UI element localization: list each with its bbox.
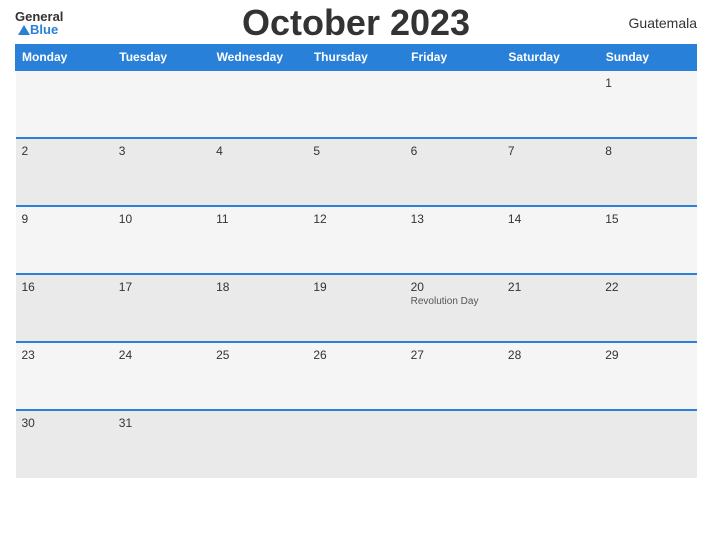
calendar-day-cell bbox=[307, 410, 404, 478]
logo-blue: Blue bbox=[30, 23, 58, 36]
calendar-day-cell: 14 bbox=[502, 206, 599, 274]
calendar-day-cell: 7 bbox=[502, 138, 599, 206]
calendar-day-cell bbox=[113, 70, 210, 138]
day-number: 1 bbox=[605, 76, 690, 90]
calendar-day-cell bbox=[16, 70, 113, 138]
day-number: 18 bbox=[216, 280, 301, 294]
calendar-day-cell: 1 bbox=[599, 70, 696, 138]
month-title: October 2023 bbox=[242, 2, 470, 44]
day-number: 7 bbox=[508, 144, 593, 158]
calendar-day-cell: 24 bbox=[113, 342, 210, 410]
day-number: 30 bbox=[22, 416, 107, 430]
calendar-day-header: Friday bbox=[405, 45, 502, 71]
calendar-day-cell: 27 bbox=[405, 342, 502, 410]
calendar-day-cell bbox=[307, 70, 404, 138]
day-number: 27 bbox=[411, 348, 496, 362]
country-label: Guatemala bbox=[629, 15, 697, 31]
calendar-day-cell bbox=[210, 410, 307, 478]
calendar-table: MondayTuesdayWednesdayThursdayFridaySatu… bbox=[15, 44, 697, 478]
calendar-week-row: 9 10 11 12 13 14 15 bbox=[16, 206, 697, 274]
day-number: 4 bbox=[216, 144, 301, 158]
calendar-day-cell: 25 bbox=[210, 342, 307, 410]
calendar-page: General Blue October 2023 Guatemala Mond… bbox=[0, 0, 712, 550]
day-number: 6 bbox=[411, 144, 496, 158]
calendar-day-cell: 9 bbox=[16, 206, 113, 274]
calendar-day-cell: 15 bbox=[599, 206, 696, 274]
calendar-day-cell bbox=[405, 70, 502, 138]
calendar-day-cell bbox=[502, 410, 599, 478]
calendar-header: General Blue October 2023 Guatemala bbox=[15, 10, 697, 36]
day-number: 2 bbox=[22, 144, 107, 158]
day-number: 20 bbox=[411, 280, 496, 294]
calendar-day-cell: 6 bbox=[405, 138, 502, 206]
logo: General Blue bbox=[15, 10, 63, 36]
day-number: 28 bbox=[508, 348, 593, 362]
day-number: 23 bbox=[22, 348, 107, 362]
day-number: 22 bbox=[605, 280, 690, 294]
calendar-day-cell: 20 Revolution Day bbox=[405, 274, 502, 342]
calendar-day-header: Wednesday bbox=[210, 45, 307, 71]
day-number: 19 bbox=[313, 280, 398, 294]
calendar-day-cell: 21 bbox=[502, 274, 599, 342]
calendar-day-cell bbox=[502, 70, 599, 138]
holiday-label: Revolution Day bbox=[411, 296, 496, 307]
calendar-header-row: MondayTuesdayWednesdayThursdayFridaySatu… bbox=[16, 45, 697, 71]
day-number: 31 bbox=[119, 416, 204, 430]
day-number: 24 bbox=[119, 348, 204, 362]
calendar-day-cell: 8 bbox=[599, 138, 696, 206]
calendar-day-cell: 29 bbox=[599, 342, 696, 410]
calendar-week-row: 23 24 25 26 27 28 29 bbox=[16, 342, 697, 410]
calendar-day-header: Thursday bbox=[307, 45, 404, 71]
calendar-week-row: 30 31 bbox=[16, 410, 697, 478]
calendar-day-cell: 31 bbox=[113, 410, 210, 478]
calendar-day-cell: 16 bbox=[16, 274, 113, 342]
calendar-day-cell: 26 bbox=[307, 342, 404, 410]
calendar-week-row: 2345678 bbox=[16, 138, 697, 206]
calendar-day-cell: 19 bbox=[307, 274, 404, 342]
calendar-week-row: 1 bbox=[16, 70, 697, 138]
day-number: 9 bbox=[22, 212, 107, 226]
calendar-day-cell: 23 bbox=[16, 342, 113, 410]
calendar-day-cell: 5 bbox=[307, 138, 404, 206]
day-number: 14 bbox=[508, 212, 593, 226]
calendar-day-header: Tuesday bbox=[113, 45, 210, 71]
calendar-day-cell: 13 bbox=[405, 206, 502, 274]
day-number: 26 bbox=[313, 348, 398, 362]
day-number: 16 bbox=[22, 280, 107, 294]
calendar-day-cell: 2 bbox=[16, 138, 113, 206]
calendar-day-cell: 3 bbox=[113, 138, 210, 206]
calendar-day-cell: 4 bbox=[210, 138, 307, 206]
calendar-day-header: Saturday bbox=[502, 45, 599, 71]
calendar-day-cell: 30 bbox=[16, 410, 113, 478]
calendar-day-cell bbox=[599, 410, 696, 478]
calendar-day-cell: 10 bbox=[113, 206, 210, 274]
calendar-day-cell: 17 bbox=[113, 274, 210, 342]
day-number: 29 bbox=[605, 348, 690, 362]
day-number: 25 bbox=[216, 348, 301, 362]
day-number: 12 bbox=[313, 212, 398, 226]
calendar-day-cell bbox=[210, 70, 307, 138]
day-number: 10 bbox=[119, 212, 204, 226]
calendar-day-cell: 28 bbox=[502, 342, 599, 410]
calendar-day-cell: 12 bbox=[307, 206, 404, 274]
day-number: 11 bbox=[216, 212, 301, 226]
day-number: 13 bbox=[411, 212, 496, 226]
day-number: 21 bbox=[508, 280, 593, 294]
calendar-day-cell: 11 bbox=[210, 206, 307, 274]
calendar-day-cell: 22 bbox=[599, 274, 696, 342]
day-number: 5 bbox=[313, 144, 398, 158]
logo-triangle-icon bbox=[18, 25, 30, 35]
calendar-day-header: Sunday bbox=[599, 45, 696, 71]
day-number: 3 bbox=[119, 144, 204, 158]
calendar-week-row: 16 17 18 19 20 Revolution Day 21 22 bbox=[16, 274, 697, 342]
day-number: 15 bbox=[605, 212, 690, 226]
calendar-day-header: Monday bbox=[16, 45, 113, 71]
calendar-day-cell: 18 bbox=[210, 274, 307, 342]
day-number: 8 bbox=[605, 144, 690, 158]
day-number: 17 bbox=[119, 280, 204, 294]
calendar-day-cell bbox=[405, 410, 502, 478]
